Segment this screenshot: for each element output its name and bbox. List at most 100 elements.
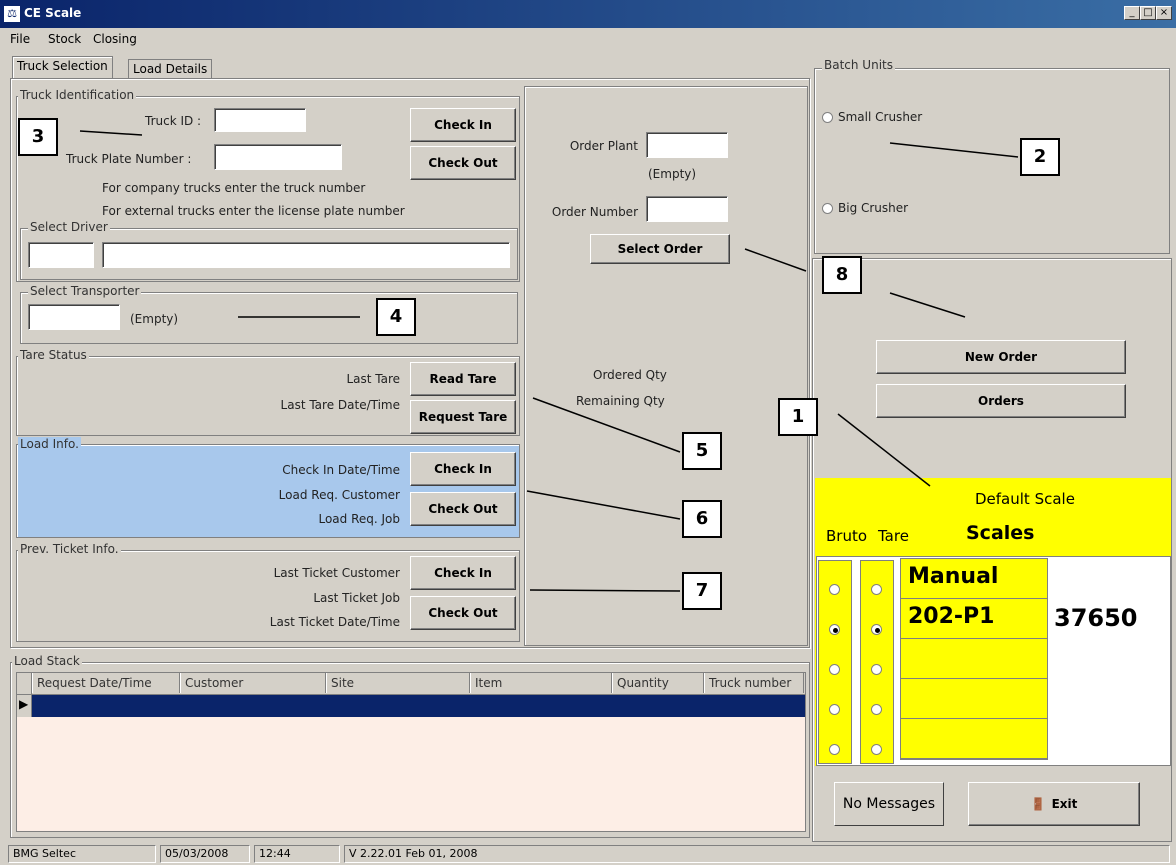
- callout-2: 2: [1020, 138, 1060, 176]
- tare-radio[interactable]: [871, 744, 882, 755]
- tab-truck-selection[interactable]: Truck Selection: [12, 56, 113, 78]
- menu-closing[interactable]: Closing: [93, 32, 137, 46]
- row-pointer-icon: ▶: [19, 697, 29, 711]
- load-req-customer-label: Load Req. Customer: [278, 488, 400, 502]
- driver-code-input[interactable]: [28, 242, 94, 268]
- truck-identification-label: Truck Identification: [18, 88, 137, 102]
- last-tare-datetime-label: Last Tare Date/Time: [280, 398, 400, 412]
- menu-file[interactable]: File: [10, 32, 30, 46]
- status-date: 05/03/2008: [160, 845, 250, 863]
- scales-label: Scales: [966, 522, 1035, 544]
- truck-id-input[interactable]: [214, 108, 306, 132]
- driver-name-input[interactable]: [102, 242, 510, 268]
- select-driver-label: Select Driver: [28, 220, 110, 234]
- tab-load-details[interactable]: Load Details: [128, 59, 213, 78]
- status-time: 12:44: [254, 845, 340, 863]
- order-number-input[interactable]: [646, 196, 728, 222]
- exit-button[interactable]: 🚪 Exit: [968, 782, 1140, 826]
- order-number-label: Order Number: [551, 205, 638, 219]
- callout-4: 4: [376, 298, 416, 336]
- callout-6: 6: [682, 500, 722, 538]
- bruto-radio[interactable]: [829, 624, 840, 635]
- check-in-datetime-label: Check In Date/Time: [282, 463, 400, 477]
- scale-row-divider: [901, 678, 1047, 679]
- row-header-corner: [17, 673, 32, 695]
- exit-door-icon: 🚪: [1030, 797, 1046, 811]
- bruto-radio[interactable]: [829, 584, 840, 595]
- callout-3: 3: [18, 118, 58, 156]
- menu-bar: File Stock Closing: [0, 28, 1176, 50]
- scale-icon: ⚖: [4, 6, 20, 22]
- load-check-out-button[interactable]: Check Out: [410, 492, 516, 526]
- scale-value: 37650: [1054, 604, 1138, 632]
- prev-ticket-label: Prev. Ticket Info.: [18, 542, 121, 556]
- small-crusher-radio[interactable]: [822, 112, 833, 123]
- bruto-radio[interactable]: [829, 744, 840, 755]
- callout-7: 7: [682, 572, 722, 610]
- tare-label: Tare: [878, 527, 909, 545]
- transporter-input[interactable]: [28, 304, 120, 330]
- default-scale-label: Default Scale: [975, 490, 1075, 508]
- last-ticket-job-label: Last Ticket Job: [313, 591, 400, 605]
- column-header[interactable]: Truck number: [704, 673, 804, 693]
- truck-plate-input[interactable]: [214, 144, 342, 170]
- column-header[interactable]: Request Date/Time: [32, 673, 180, 693]
- maximize-icon[interactable]: □: [1140, 6, 1156, 20]
- exit-label: Exit: [1051, 797, 1078, 811]
- load-stack-label: Load Stack: [12, 654, 82, 668]
- ticket-check-in-button[interactable]: Check In: [410, 556, 516, 590]
- title-bar: ⚖ CE Scale _ □ ×: [0, 0, 1176, 28]
- messages-button[interactable]: No Messages: [834, 782, 944, 826]
- callout-1: 1: [778, 398, 818, 436]
- remaining-qty-label: Remaining Qty: [576, 394, 665, 408]
- truck-check-in-button[interactable]: Check In: [410, 108, 516, 142]
- select-order-button[interactable]: Select Order: [590, 234, 730, 264]
- big-crusher-radio[interactable]: [822, 203, 833, 214]
- last-ticket-customer-label: Last Ticket Customer: [273, 566, 400, 580]
- ordered-qty-label: Ordered Qty: [593, 368, 667, 382]
- callout-5: 5: [682, 432, 722, 470]
- load-info-label: Load Info.: [18, 437, 81, 451]
- truck-check-out-button[interactable]: Check Out: [410, 146, 516, 180]
- close-icon[interactable]: ×: [1156, 6, 1172, 20]
- ticket-check-out-button[interactable]: Check Out: [410, 596, 516, 630]
- table-row[interactable]: [17, 695, 805, 717]
- scale-name: 202-P1: [908, 604, 995, 629]
- status-company: BMG Seltec: [8, 845, 156, 863]
- external-truck-hint: For external trucks enter the license pl…: [102, 204, 405, 218]
- scale-row-divider: [901, 718, 1047, 719]
- new-order-button[interactable]: New Order: [876, 340, 1126, 374]
- scale-name: Manual: [908, 564, 999, 589]
- last-tare-label: Last Tare: [346, 372, 400, 386]
- order-plant-label: Order Plant: [569, 139, 638, 153]
- bruto-radio[interactable]: [829, 664, 840, 675]
- window-title: CE Scale: [24, 6, 82, 20]
- small-crusher-label: Small Crusher: [838, 110, 923, 124]
- read-tare-button[interactable]: Read Tare: [410, 362, 516, 396]
- load-check-in-button[interactable]: Check In: [410, 452, 516, 486]
- batch-units-label: Batch Units: [822, 58, 895, 72]
- transporter-value: (Empty): [130, 312, 179, 326]
- scale-row-divider: [901, 758, 1047, 759]
- column-header[interactable]: Customer: [180, 673, 326, 693]
- tare-radio[interactable]: [871, 704, 882, 715]
- select-transporter-label: Select Transporter: [28, 284, 142, 298]
- batch-units-group: [814, 68, 1170, 254]
- orders-button[interactable]: Orders: [876, 384, 1126, 418]
- company-truck-hint: For company trucks enter the truck numbe…: [102, 181, 366, 195]
- load-req-job-label: Load Req. Job: [318, 512, 400, 526]
- tare-radio[interactable]: [871, 624, 882, 635]
- bruto-radio[interactable]: [829, 704, 840, 715]
- truck-id-label: Truck ID :: [145, 114, 202, 128]
- column-header[interactable]: Item: [470, 673, 612, 693]
- tare-radio[interactable]: [871, 664, 882, 675]
- order-plant-input[interactable]: [646, 132, 728, 158]
- minimize-icon[interactable]: _: [1124, 6, 1140, 20]
- truck-plate-label: Truck Plate Number :: [66, 152, 192, 166]
- bruto-label: Bruto: [826, 527, 868, 545]
- column-header[interactable]: Site: [326, 673, 470, 693]
- request-tare-button[interactable]: Request Tare: [410, 400, 516, 434]
- column-header[interactable]: Quantity: [612, 673, 704, 693]
- menu-stock[interactable]: Stock: [48, 32, 81, 46]
- tare-radio[interactable]: [871, 584, 882, 595]
